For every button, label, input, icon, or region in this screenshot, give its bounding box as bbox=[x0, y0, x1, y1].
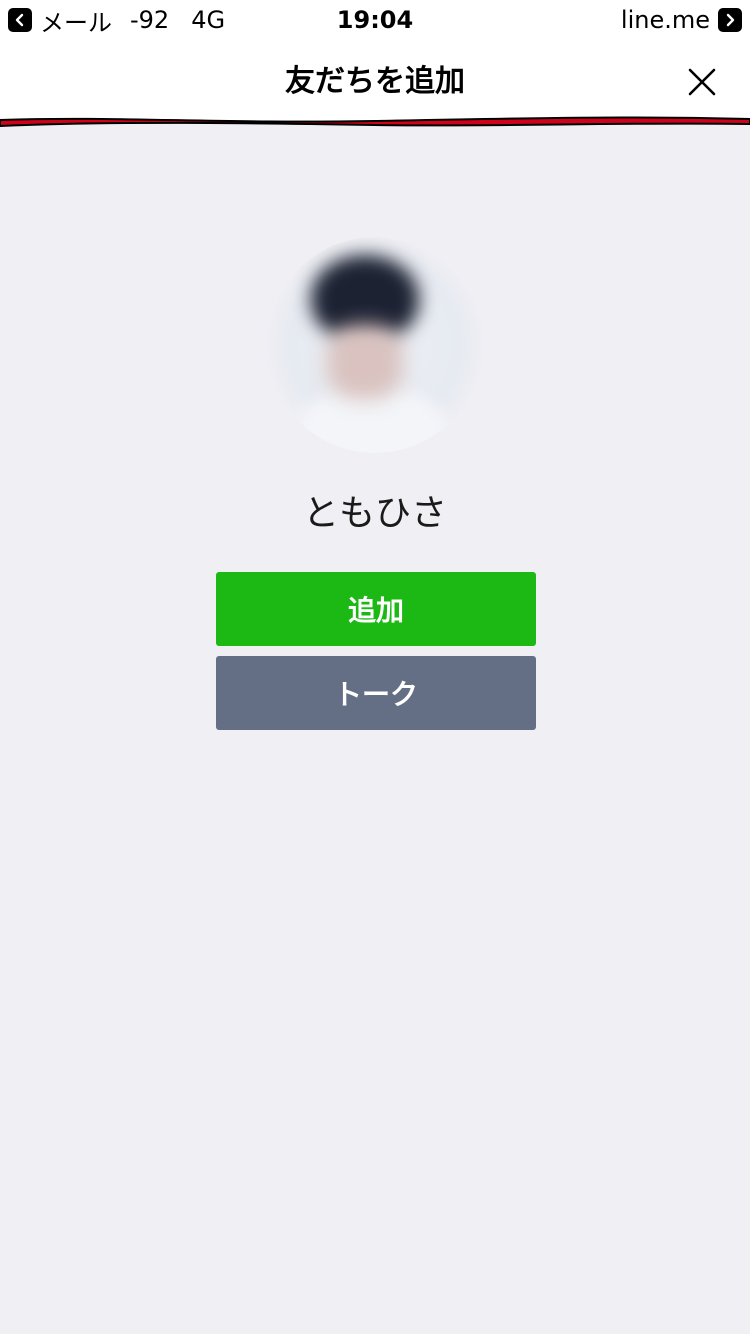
header-divider bbox=[0, 116, 750, 128]
talk-button[interactable]: トーク bbox=[216, 656, 536, 730]
status-domain[interactable]: line.me bbox=[621, 6, 710, 34]
header: 友だちを追加 bbox=[0, 40, 750, 120]
avatar bbox=[267, 237, 483, 453]
close-button[interactable] bbox=[684, 64, 720, 100]
page-title: 友だちを追加 bbox=[285, 64, 465, 99]
profile-name: ともひさ bbox=[302, 493, 447, 534]
forward-link-button[interactable] bbox=[718, 8, 742, 32]
status-right: line.me bbox=[621, 6, 742, 34]
close-icon bbox=[688, 68, 716, 96]
add-friend-button[interactable]: 追加 bbox=[216, 572, 536, 646]
chevron-right-icon bbox=[726, 13, 735, 27]
avatar-face bbox=[327, 325, 403, 399]
status-bar: メール -92 4G 19:04 line.me bbox=[0, 0, 750, 40]
